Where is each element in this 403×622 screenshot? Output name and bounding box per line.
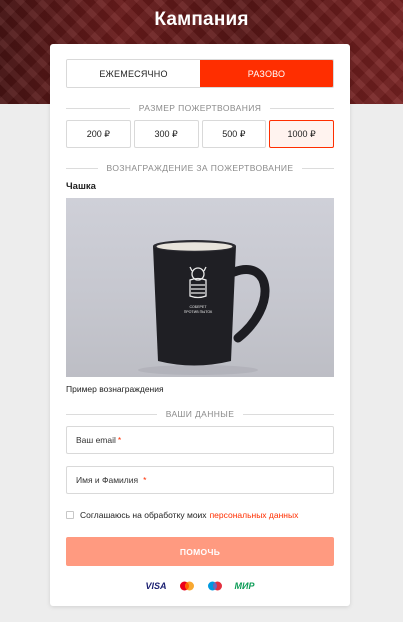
page-title: Кампания bbox=[154, 9, 249, 30]
amount-option-200[interactable]: 200 ₽ bbox=[66, 120, 131, 148]
email-field-label: Ваш email bbox=[76, 435, 116, 445]
mastercard-icon bbox=[179, 581, 194, 591]
reward-divider: ВОЗНАГРАЖДЕНИЕ ЗА ПОЖЕРТВОВАНИЕ bbox=[66, 162, 334, 174]
reward-name: Чашка bbox=[66, 181, 96, 192]
consent-text: Соглашаюсь на обработку моих bbox=[80, 510, 207, 520]
frequency-monthly-button[interactable]: ЕЖЕМЕСЯЧНО bbox=[67, 60, 200, 87]
help-submit-button[interactable]: ПОМОЧЬ bbox=[66, 537, 334, 566]
mir-logo: МИР bbox=[234, 581, 255, 591]
payment-methods: VISA МИР bbox=[50, 579, 350, 593]
amount-option-500[interactable]: 500 ₽ bbox=[201, 120, 267, 148]
frequency-one-time-button[interactable]: РАЗОВО bbox=[200, 60, 333, 87]
reward-section-label: ВОЗНАГРАЖДЕНИЕ ЗА ПОЖЕРТВОВАНИЕ bbox=[106, 163, 294, 173]
svg-text:СОБЕРЕТ: СОБЕРЕТ bbox=[189, 305, 207, 309]
frequency-toggle: ЕЖЕМЕСЯЧНО РАЗОВО bbox=[66, 59, 334, 88]
donation-size-divider: РАЗМЕР ПОЖЕРТВОВАНИЯ bbox=[66, 102, 335, 114]
amount-option-300[interactable]: 300 ₽ bbox=[133, 120, 199, 148]
user-data-divider: ВАШИ ДАННЫЕ bbox=[66, 408, 334, 420]
email-field[interactable]: Ваш email * bbox=[66, 426, 334, 454]
consent-row: Соглашаюсь на обработку моих персональны… bbox=[66, 510, 298, 520]
mug-illustration: СОБЕРЕТ ПРОТИВ ПЫТОК bbox=[138, 240, 270, 375]
reward-caption: Пример вознаграждения bbox=[66, 384, 164, 394]
consent-checkbox[interactable] bbox=[66, 511, 74, 519]
maestro-icon bbox=[207, 581, 222, 591]
full-name-field-label: Имя и Фамилия bbox=[76, 475, 139, 485]
reward-image: СОБЕРЕТ ПРОТИВ ПЫТОК bbox=[66, 198, 334, 377]
full-name-field[interactable]: Имя и Фамилия * bbox=[66, 466, 334, 494]
donation-card: ЕЖЕМЕСЯЧНО РАЗОВО РАЗМЕР ПОЖЕРТВОВАНИЯ 2… bbox=[50, 44, 350, 606]
svg-text:ПРОТИВ ПЫТОК: ПРОТИВ ПЫТОК bbox=[184, 310, 213, 314]
visa-logo: VISA bbox=[145, 581, 167, 591]
amount-option-1000[interactable]: 1000 ₽ bbox=[269, 120, 334, 148]
donation-size-label: РАЗМЕР ПОЖЕРТВОВАНИЯ bbox=[138, 103, 262, 113]
amount-options: 200 ₽ 300 ₽ 500 ₽ 1000 ₽ bbox=[66, 120, 334, 148]
personal-data-link[interactable]: персональных данных bbox=[210, 510, 299, 520]
required-mark: * bbox=[117, 435, 122, 445]
required-mark: * bbox=[143, 475, 147, 485]
user-data-label: ВАШИ ДАННЫЕ bbox=[165, 409, 235, 419]
